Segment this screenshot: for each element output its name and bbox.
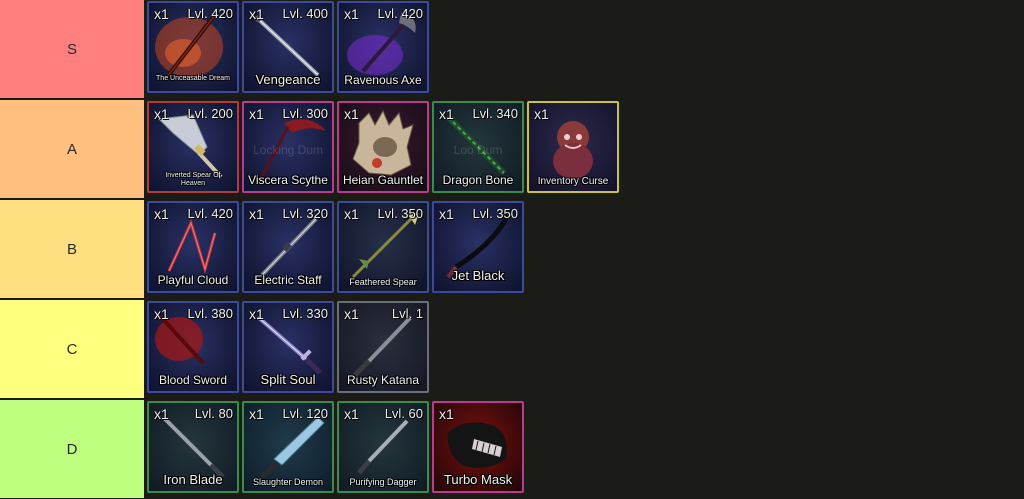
item-quantity: x1 bbox=[249, 406, 264, 422]
item-level: Lvl. 200 bbox=[187, 106, 233, 121]
item-quantity: x1 bbox=[344, 6, 359, 22]
item-quantity: x1 bbox=[249, 106, 264, 122]
item-name: Blood Sword bbox=[158, 373, 228, 387]
item-name: Playful Cloud bbox=[157, 273, 229, 287]
item-card[interactable]: x1 Lvl. 420 The Unceasable Dream bbox=[147, 1, 239, 93]
item-quantity: x1 bbox=[249, 206, 264, 222]
tier-row-a: A x1 Lvl. 200 Inverted Spear Of Heaven L… bbox=[0, 100, 1024, 198]
item-card[interactable]: x1 Turbo Mask bbox=[432, 401, 524, 493]
item-level: Lvl. 1 bbox=[391, 306, 423, 321]
tier-items-a: x1 Lvl. 200 Inverted Spear Of Heaven Loc… bbox=[144, 100, 621, 198]
item-name: Iron Blade bbox=[163, 472, 223, 487]
item-level: Lvl. 420 bbox=[377, 6, 423, 21]
item-name: Inverted Spear Of Heaven bbox=[165, 172, 221, 187]
item-name: Purifying Dagger bbox=[349, 477, 417, 487]
item-name: Turbo Mask bbox=[443, 472, 513, 487]
item-card[interactable]: Locking Dum x1 Lvl. 300 Viscera Scythe bbox=[242, 101, 334, 193]
item-level: Lvl. 320 bbox=[282, 206, 328, 221]
item-card[interactable]: x1 Lvl. 200 Inverted Spear Of Heaven bbox=[147, 101, 239, 193]
item-card[interactable]: x1 Lvl. 80 Iron Blade bbox=[147, 401, 239, 493]
item-quantity: x1 bbox=[154, 406, 169, 422]
item-level: Lvl. 420 bbox=[187, 6, 233, 21]
tier-items-s: x1 Lvl. 420 The Unceasable Dream x1 Lvl.… bbox=[144, 0, 431, 98]
tier-label-d[interactable]: D bbox=[0, 400, 144, 498]
item-quantity: x1 bbox=[439, 406, 454, 422]
item-card[interactable]: x1 Lvl. 420 Ravenous Axe bbox=[337, 1, 429, 93]
item-card[interactable]: x1 Lvl. 60 Purifying Dagger bbox=[337, 401, 429, 493]
item-level: Lvl. 60 bbox=[384, 406, 423, 421]
item-card[interactable]: x1 Lvl. 400 Vengeance bbox=[242, 1, 334, 93]
item-quantity: x1 bbox=[249, 306, 264, 322]
item-name: Inventory Curse bbox=[537, 176, 609, 187]
item-name: Viscera Scythe bbox=[248, 173, 328, 187]
item-card[interactable]: x1 Lvl. 350 Feathered Spear bbox=[337, 201, 429, 293]
tier-list: S x1 Lvl. 420 The Unceasable Dream x1 Lv… bbox=[0, 0, 1024, 499]
tier-label-s[interactable]: S bbox=[0, 0, 144, 98]
item-card[interactable]: x1 Lvl. 330 Split Soul bbox=[242, 301, 334, 393]
item-name: Vengeance bbox=[255, 72, 321, 87]
item-quantity: x1 bbox=[439, 206, 454, 222]
item-card[interactable]: Loo Dum x1 Lvl. 340 Dragon Bone bbox=[432, 101, 524, 193]
item-ghost-text: Locking Dum bbox=[252, 143, 324, 157]
item-name: Electric Staff bbox=[254, 273, 322, 287]
item-level: Lvl. 350 bbox=[472, 206, 518, 221]
item-quantity: x1 bbox=[344, 406, 359, 422]
item-level: Lvl. 80 bbox=[194, 406, 233, 421]
item-card[interactable]: x1 Lvl. 350 Jet Black bbox=[432, 201, 524, 293]
tier-label-a[interactable]: A bbox=[0, 100, 144, 198]
item-quantity: x1 bbox=[534, 106, 549, 122]
item-quantity: x1 bbox=[344, 106, 359, 122]
item-name: Rusty Katana bbox=[346, 373, 420, 387]
item-name: Jet Black bbox=[451, 268, 505, 283]
tier-items-d: x1 Lvl. 80 Iron Blade x1 Lvl. 120 Slaugh… bbox=[144, 400, 526, 498]
tier-row-b: B x1 Lvl. 420 Playful Cloud x1 Lvl. 320 bbox=[0, 200, 1024, 298]
item-quantity: x1 bbox=[154, 106, 169, 122]
item-level: Lvl. 420 bbox=[187, 206, 233, 221]
item-level: Lvl. 400 bbox=[282, 6, 328, 21]
item-card[interactable]: x1 Lvl. 380 Blood Sword bbox=[147, 301, 239, 393]
item-card[interactable]: x1 Lvl. 420 Playful Cloud bbox=[147, 201, 239, 293]
tier-label-c[interactable]: C bbox=[0, 300, 144, 398]
item-quantity: x1 bbox=[154, 206, 169, 222]
tier-row-d: D x1 Lvl. 80 Iron Blade x1 Lvl. 120 Slau… bbox=[0, 400, 1024, 498]
item-name: Ravenous Axe bbox=[344, 73, 422, 87]
item-name: The Unceasable Dream bbox=[156, 75, 230, 82]
item-quantity: x1 bbox=[344, 306, 359, 322]
item-level: Lvl. 380 bbox=[187, 306, 233, 321]
item-name: Heian Gauntlet bbox=[342, 173, 424, 187]
tier-items-c: x1 Lvl. 380 Blood Sword x1 Lvl. 330 Spli… bbox=[144, 300, 431, 398]
item-ghost-text: Loo Dum bbox=[453, 143, 503, 157]
tier-items-b: x1 Lvl. 420 Playful Cloud x1 Lvl. 320 El… bbox=[144, 200, 526, 298]
item-name: Split Soul bbox=[260, 372, 316, 387]
tier-label-b[interactable]: B bbox=[0, 200, 144, 298]
item-quantity: x1 bbox=[249, 6, 264, 22]
item-level: Lvl. 340 bbox=[472, 106, 518, 121]
item-quantity: x1 bbox=[154, 306, 169, 322]
item-name: Dragon Bone bbox=[442, 173, 514, 187]
item-card[interactable]: x1 Lvl. 1 Rusty Katana bbox=[337, 301, 429, 393]
item-level: Lvl. 330 bbox=[282, 306, 328, 321]
item-card[interactable]: x1 Inventory Curse bbox=[527, 101, 619, 193]
item-name: Feathered Spear bbox=[349, 277, 417, 287]
item-name: Slaughter Demon bbox=[252, 477, 324, 487]
item-card[interactable]: x1 Heian Gauntlet bbox=[337, 101, 429, 193]
item-level: Lvl. 350 bbox=[377, 206, 423, 221]
item-level: Lvl. 120 bbox=[282, 406, 328, 421]
item-card[interactable]: x1 Lvl. 320 Electric Staff bbox=[242, 201, 334, 293]
item-quantity: x1 bbox=[439, 106, 454, 122]
item-card[interactable]: x1 Lvl. 120 Slaughter Demon bbox=[242, 401, 334, 493]
item-quantity: x1 bbox=[154, 6, 169, 22]
tier-row-s: S x1 Lvl. 420 The Unceasable Dream x1 Lv… bbox=[0, 0, 1024, 98]
item-quantity: x1 bbox=[344, 206, 359, 222]
tier-row-c: C x1 Lvl. 380 Blood Sword x1 Lvl. 330 Sp… bbox=[0, 300, 1024, 398]
item-level: Lvl. 300 bbox=[282, 106, 328, 121]
